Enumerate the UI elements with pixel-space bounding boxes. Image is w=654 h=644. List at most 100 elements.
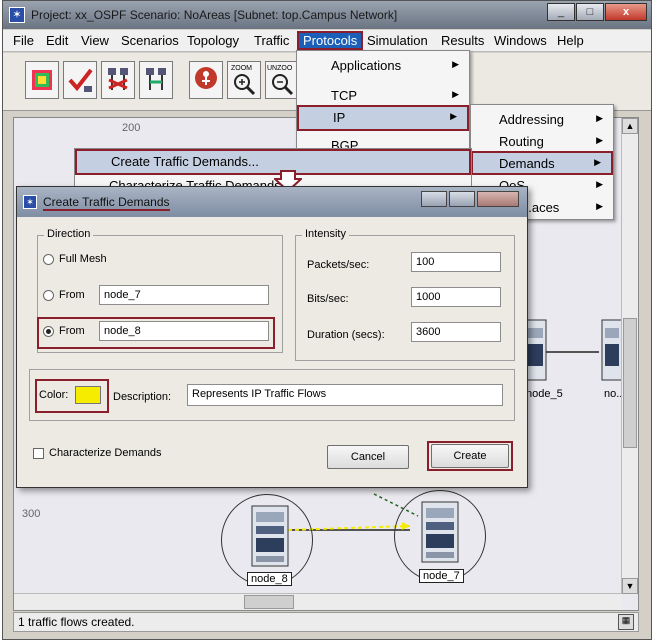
dialog-title: Create Traffic Demands <box>43 195 170 211</box>
submenu-arrow-icon: ▶ <box>596 113 603 123</box>
from-label-2: From <box>59 325 85 337</box>
menu-help[interactable]: Help <box>557 33 584 48</box>
router-node-8[interactable] <box>248 504 292 570</box>
bits-per-sec-field[interactable]: 1000 <box>411 287 501 307</box>
full-mesh-radio[interactable] <box>43 254 54 265</box>
minimize-button[interactable]: _ <box>547 3 575 21</box>
router-icon <box>421 501 459 563</box>
node-7-label: node_7 <box>419 569 464 583</box>
recover-node-button[interactable] <box>139 61 173 99</box>
packets-per-sec-field[interactable]: 100 <box>411 252 501 272</box>
menu-traffic[interactable]: Traffic <box>254 33 289 48</box>
description-label: Description: <box>113 391 172 403</box>
dialog-title-bar: ✶ Create Traffic Demands <box>17 187 527 217</box>
verify-links-button[interactable] <box>63 61 97 99</box>
router-icon <box>601 319 623 381</box>
scroll-up-arrow[interactable]: ▲ <box>622 118 638 134</box>
from-node-field-1[interactable]: node_7 <box>99 285 269 305</box>
menu-results[interactable]: Results <box>441 33 484 48</box>
menu-file[interactable]: File <box>13 33 34 48</box>
svg-text:ZOOM: ZOOM <box>231 65 252 72</box>
duration-label: Duration (secs): <box>307 329 385 341</box>
fail-link-icon <box>108 68 128 90</box>
submenu-arrow-icon: ▶ <box>450 111 457 121</box>
maximize-button[interactable]: □ <box>576 3 604 21</box>
menu-scenarios[interactable]: Scenarios <box>121 33 179 48</box>
cancel-button[interactable]: Cancel <box>327 445 409 469</box>
submenu-arrow-icon: ▶ <box>594 157 601 167</box>
from-radio-2[interactable] <box>43 326 54 337</box>
zoom-icon: ZOOM <box>231 65 256 96</box>
menu-item-ip[interactable]: IP ▶ <box>297 105 469 131</box>
dialog-close-button[interactable] <box>477 191 519 207</box>
bits-label: Bits/sec: <box>307 293 349 305</box>
scroll-down-arrow[interactable]: ▼ <box>622 578 638 594</box>
runner-icon <box>195 67 217 89</box>
dialog-app-icon: ✶ <box>23 195 37 209</box>
packets-label: Packets/sec: <box>307 259 370 271</box>
menu-protocols[interactable]: Protocols <box>297 31 364 50</box>
demands-submenu: Create Traffic Demands... Characterize T… <box>74 148 472 189</box>
zoom-button[interactable]: ZOOM <box>227 61 261 99</box>
dialog-minimize-button[interactable] <box>421 191 447 207</box>
horizontal-scrollbar[interactable] <box>14 593 622 610</box>
recover-link-icon <box>146 68 166 90</box>
duration-field[interactable]: 3600 <box>411 322 501 342</box>
run-simulation-button[interactable] <box>189 61 223 99</box>
menu-item-bgp[interactable]: BGP <box>297 135 469 149</box>
menu-item-addressing[interactable]: Addressing ▶ <box>471 109 613 131</box>
create-button[interactable]: Create <box>431 444 509 468</box>
app-icon: ✶ <box>9 7 25 23</box>
node-8-label: node_8 <box>247 572 292 586</box>
menu-view[interactable]: View <box>81 33 109 48</box>
from-radio-1[interactable] <box>43 290 54 301</box>
menu-edit[interactable]: Edit <box>46 33 68 48</box>
router-icon <box>251 505 289 567</box>
status-bar: 1 traffic flows created. ▦ <box>13 612 639 632</box>
unzoom-button[interactable]: UNZOO <box>265 61 299 99</box>
submenu-arrow-icon: ▶ <box>452 89 459 99</box>
menu-simulation[interactable]: Simulation <box>367 33 428 48</box>
create-traffic-demands-dialog: ✶ Create Traffic Demands Direction Full … <box>16 186 528 488</box>
submenu-arrow-icon: ▶ <box>596 201 603 211</box>
palette-icon <box>32 70 52 90</box>
description-field[interactable]: Represents IP Traffic Flows <box>187 384 503 406</box>
palette-tool-button[interactable] <box>25 61 59 99</box>
full-mesh-label: Full Mesh <box>59 253 107 265</box>
status-log-icon[interactable]: ▦ <box>618 614 634 630</box>
direction-group-label: Direction <box>44 228 94 240</box>
menu-windows[interactable]: Windows <box>494 33 547 48</box>
title-bar: ✶ Project: xx_OSPF Scenario: NoAreas [Su… <box>3 1 651 29</box>
fail-node-button[interactable] <box>101 61 135 99</box>
window-title: Project: xx_OSPF Scenario: NoAreas [Subn… <box>31 8 398 22</box>
dialog-maximize-button[interactable] <box>449 191 475 207</box>
menu-item-tcp[interactable]: TCP ▶ <box>297 85 469 107</box>
from-label-1: From <box>59 289 85 301</box>
horizontal-scroll-thumb[interactable] <box>244 595 294 609</box>
menu-item-routing[interactable]: Routing ▶ <box>471 131 613 153</box>
menu-item-applications[interactable]: Applications ▶ <box>297 55 469 77</box>
vertical-scrollbar[interactable]: ▲ ▼ <box>621 118 638 594</box>
menu-item-demands[interactable]: Demands ▶ <box>471 151 613 175</box>
close-button[interactable]: x <box>605 3 647 21</box>
submenu-arrow-icon: ▶ <box>596 135 603 145</box>
router-node-7[interactable] <box>418 500 462 566</box>
color-label: Color: <box>39 389 69 401</box>
svg-text:UNZOO: UNZOO <box>267 65 293 72</box>
menu-topology[interactable]: Topology <box>187 33 239 48</box>
intensity-group-label: Intensity <box>302 228 349 240</box>
menu-item-create-traffic-demands[interactable]: Create Traffic Demands... <box>75 149 471 175</box>
characterize-demands-label: Characterize Demands <box>49 447 162 459</box>
unzoom-icon: UNZOO <box>267 65 294 96</box>
from-node-field-2[interactable]: node_8 <box>99 321 269 341</box>
checkmark-icon <box>68 68 93 92</box>
status-message: 1 traffic flows created. <box>18 615 135 629</box>
router-node-partial[interactable] <box>600 318 623 384</box>
color-swatch[interactable] <box>75 386 101 404</box>
menu-bar: File Edit View Scenarios Topology Traffi… <box>3 30 651 52</box>
vertical-scroll-thumb[interactable] <box>623 318 637 448</box>
submenu-arrow-icon: ▶ <box>596 179 603 189</box>
node-5-label: node_5 <box>526 388 563 400</box>
submenu-arrow-icon: ▶ <box>452 59 459 69</box>
characterize-demands-checkbox[interactable] <box>33 448 44 459</box>
